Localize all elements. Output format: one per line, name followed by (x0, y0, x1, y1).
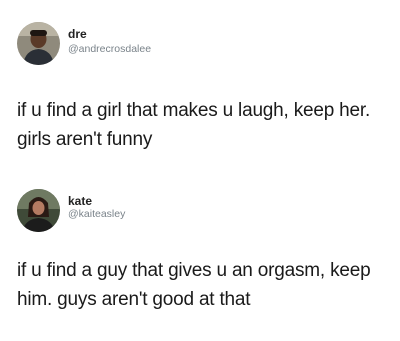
tweet-text: if u find a girl that makes u laugh, kee… (17, 100, 371, 150)
user-photo-icon (17, 189, 60, 232)
user-photo-icon (17, 22, 60, 65)
user-handle[interactable]: @kaiteasley (68, 208, 125, 220)
display-name[interactable]: kate (68, 194, 92, 208)
tweet-text: if u find a guy that gives u an orgasm, … (17, 260, 371, 310)
display-name[interactable]: dre (68, 27, 87, 41)
avatar[interactable] (17, 189, 60, 232)
avatar[interactable] (17, 22, 60, 65)
user-handle[interactable]: @andrecrosdalee (68, 43, 151, 55)
